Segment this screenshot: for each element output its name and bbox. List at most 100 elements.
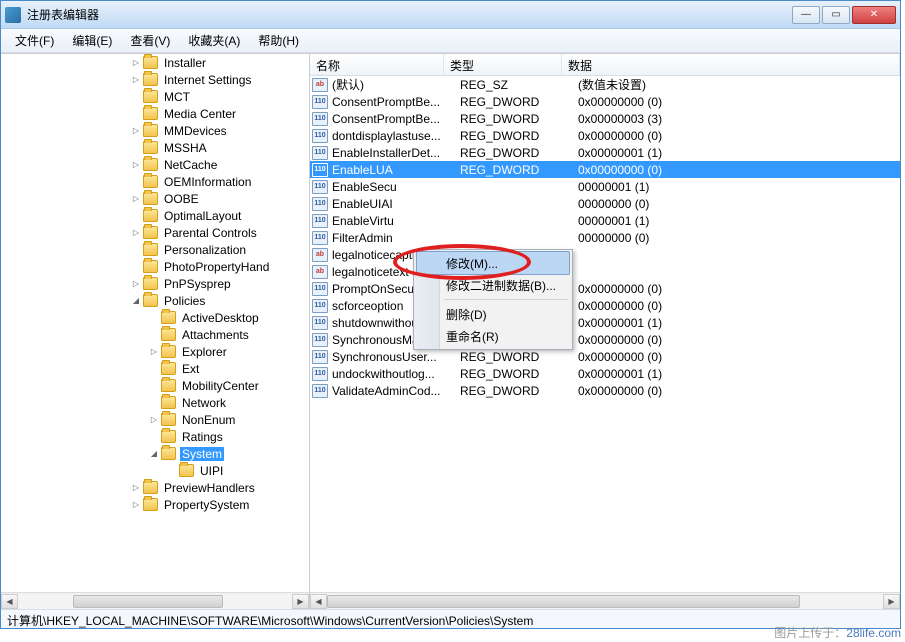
table-row[interactable]: ab(默认)REG_SZ(数值未设置) <box>310 76 900 93</box>
scroll-thumb[interactable] <box>73 595 224 608</box>
tree-label[interactable]: Parental Controls <box>162 226 259 240</box>
close-button[interactable]: ✕ <box>852 6 896 24</box>
tree-node[interactable]: MCT <box>1 88 309 105</box>
tree-node[interactable]: Media Center <box>1 105 309 122</box>
table-row[interactable]: 110PromptOnSecureD...REG_DWORD0x00000000… <box>310 280 900 297</box>
table-row[interactable]: 110undockwithoutlog...REG_DWORD0x0000000… <box>310 365 900 382</box>
col-data[interactable]: 数据 <box>562 54 900 75</box>
expander-closed-icon[interactable]: ▷ <box>129 277 143 291</box>
table-row[interactable]: 110shutdownwithoutl...REG_DWORD0x0000000… <box>310 314 900 331</box>
table-row[interactable]: 110EnableInstallerDet...REG_DWORD0x00000… <box>310 144 900 161</box>
tree-label[interactable]: Explorer <box>180 345 229 359</box>
tree-label[interactable]: Network <box>180 396 228 410</box>
table-row[interactable]: 110scforceoptionREG_DWORD0x00000000 (0) <box>310 297 900 314</box>
tree-node[interactable]: ▷MMDevices <box>1 122 309 139</box>
tree-node[interactable]: Attachments <box>1 326 309 343</box>
tree-label[interactable]: Media Center <box>162 107 238 121</box>
table-row[interactable]: ablegalnoticetextREG_SZ <box>310 263 900 280</box>
menu-favorites[interactable]: 收藏夹(A) <box>180 30 248 51</box>
tree-node[interactable]: ▷PropertySystem <box>1 496 309 513</box>
tree-label[interactable]: MCT <box>162 90 192 104</box>
scroll-track[interactable] <box>327 594 883 609</box>
tree-label[interactable]: OEMInformation <box>162 175 253 189</box>
expander-closed-icon[interactable]: ▷ <box>129 56 143 70</box>
scroll-left-icon[interactable]: ◀ <box>310 594 327 609</box>
tree-node[interactable]: MSSHA <box>1 139 309 156</box>
minimize-button[interactable]: — <box>792 6 820 24</box>
tree-node[interactable]: ▷NetCache <box>1 156 309 173</box>
tree-label[interactable]: PreviewHandlers <box>162 481 257 495</box>
context-menu-item[interactable]: 修改二进制数据(B)... <box>416 274 570 296</box>
tree-node[interactable]: Network <box>1 394 309 411</box>
table-row[interactable]: 110SynchronousUser...REG_DWORD0x00000000… <box>310 348 900 365</box>
tree-node[interactable]: ▷OOBE <box>1 190 309 207</box>
scroll-thumb[interactable] <box>327 595 800 608</box>
tree-node[interactable]: Ratings <box>1 428 309 445</box>
titlebar[interactable]: 注册表编辑器 — ▭ ✕ <box>1 1 900 29</box>
context-menu-item[interactable]: 修改(M)... <box>416 251 570 275</box>
tree-label[interactable]: Policies <box>162 294 207 308</box>
tree-node[interactable]: ◢ System <box>1 445 309 462</box>
tree-node[interactable]: ▷NonEnum <box>1 411 309 428</box>
tree-label[interactable]: MobilityCenter <box>180 379 261 393</box>
table-row[interactable]: 110FilterAdmin00000000 (0) <box>310 229 900 246</box>
tree-label[interactable]: PnPSysprep <box>162 277 233 291</box>
col-name[interactable]: 名称 <box>310 54 444 75</box>
tree-label[interactable]: Attachments <box>180 328 251 342</box>
menu-view[interactable]: 查看(V) <box>122 30 178 51</box>
tree-label[interactable]: NonEnum <box>180 413 237 427</box>
expander-closed-icon[interactable]: ▷ <box>129 226 143 240</box>
tree-label[interactable]: MSSHA <box>162 141 209 155</box>
menu-help[interactable]: 帮助(H) <box>250 30 307 51</box>
tree-node[interactable]: ▷ Installer <box>1 54 309 71</box>
table-row[interactable]: 110EnableSecu00000001 (1) <box>310 178 900 195</box>
tree-label[interactable]: UIPI <box>198 464 225 478</box>
col-type[interactable]: 类型 <box>444 54 562 75</box>
scroll-left-icon[interactable]: ◀ <box>1 594 18 609</box>
watermark-link[interactable]: 28life.com <box>846 626 901 640</box>
context-menu-item[interactable]: 重命名(R) <box>416 325 570 347</box>
table-row[interactable]: 110EnableVirtu00000001 (1) <box>310 212 900 229</box>
tree-node[interactable]: OptimalLayout <box>1 207 309 224</box>
expander-closed-icon[interactable]: ▷ <box>129 498 143 512</box>
tree-body[interactable]: ▷Installer▷Internet SettingsMCTMedia Cen… <box>1 54 309 592</box>
expander-open-icon[interactable]: ◢ <box>129 294 143 308</box>
scroll-right-icon[interactable]: ▶ <box>883 594 900 609</box>
table-row[interactable]: 110SynchronousMach...REG_DWORD0x00000000… <box>310 331 900 348</box>
table-row[interactable]: 110ConsentPromptBe...REG_DWORD0x00000003… <box>310 110 900 127</box>
tree-node[interactable]: ▷Internet Settings <box>1 71 309 88</box>
tree-label[interactable]: OOBE <box>162 192 201 206</box>
expander-closed-icon[interactable]: ▷ <box>129 481 143 495</box>
tree-label[interactable]: OptimalLayout <box>162 209 243 223</box>
scroll-right-icon[interactable]: ▶ <box>292 594 309 609</box>
list-body[interactable]: ab(默认)REG_SZ(数值未设置)110ConsentPromptBe...… <box>310 76 900 399</box>
table-row[interactable]: ablegalnoticecaptionREG_SZ <box>310 246 900 263</box>
expander-closed-icon[interactable]: ▷ <box>147 345 161 359</box>
scroll-track[interactable] <box>18 594 292 609</box>
table-row[interactable]: 110dontdisplaylastuse...REG_DWORD0x00000… <box>310 127 900 144</box>
tree-node[interactable]: ActiveDesktop <box>1 309 309 326</box>
tree-node[interactable]: OEMInformation <box>1 173 309 190</box>
tree-node[interactable]: MobilityCenter <box>1 377 309 394</box>
tree-node[interactable]: ▷ PnPSysprep <box>1 275 309 292</box>
tree-label[interactable]: NetCache <box>162 158 219 172</box>
tree-label[interactable]: ActiveDesktop <box>180 311 261 325</box>
tree-hscrollbar[interactable]: ◀ ▶ <box>1 592 309 609</box>
table-row[interactable]: 110ConsentPromptBe...REG_DWORD0x00000000… <box>310 93 900 110</box>
expander-open-icon[interactable]: ◢ <box>147 447 161 461</box>
tree-node[interactable]: Personalization <box>1 241 309 258</box>
tree-node[interactable]: UIPI <box>1 462 309 479</box>
tree-node[interactable]: Ext <box>1 360 309 377</box>
tree-label[interactable]: System <box>180 447 224 461</box>
list-hscrollbar[interactable]: ◀ ▶ <box>310 592 900 609</box>
tree-label[interactable]: Installer <box>162 56 208 70</box>
tree-label[interactable]: MMDevices <box>162 124 229 138</box>
tree-node[interactable]: ▷ Explorer <box>1 343 309 360</box>
tree-node[interactable]: PhotoPropertyHand <box>1 258 309 275</box>
menu-edit[interactable]: 编辑(E) <box>64 30 120 51</box>
table-row[interactable]: 110EnableLUAREG_DWORD0x00000000 (0) <box>310 161 900 178</box>
tree-label[interactable]: Ext <box>180 362 201 376</box>
table-row[interactable]: 110ValidateAdminCod...REG_DWORD0x0000000… <box>310 382 900 399</box>
tree-label[interactable]: Internet Settings <box>162 73 253 87</box>
tree-node[interactable]: ▷ PreviewHandlers <box>1 479 309 496</box>
